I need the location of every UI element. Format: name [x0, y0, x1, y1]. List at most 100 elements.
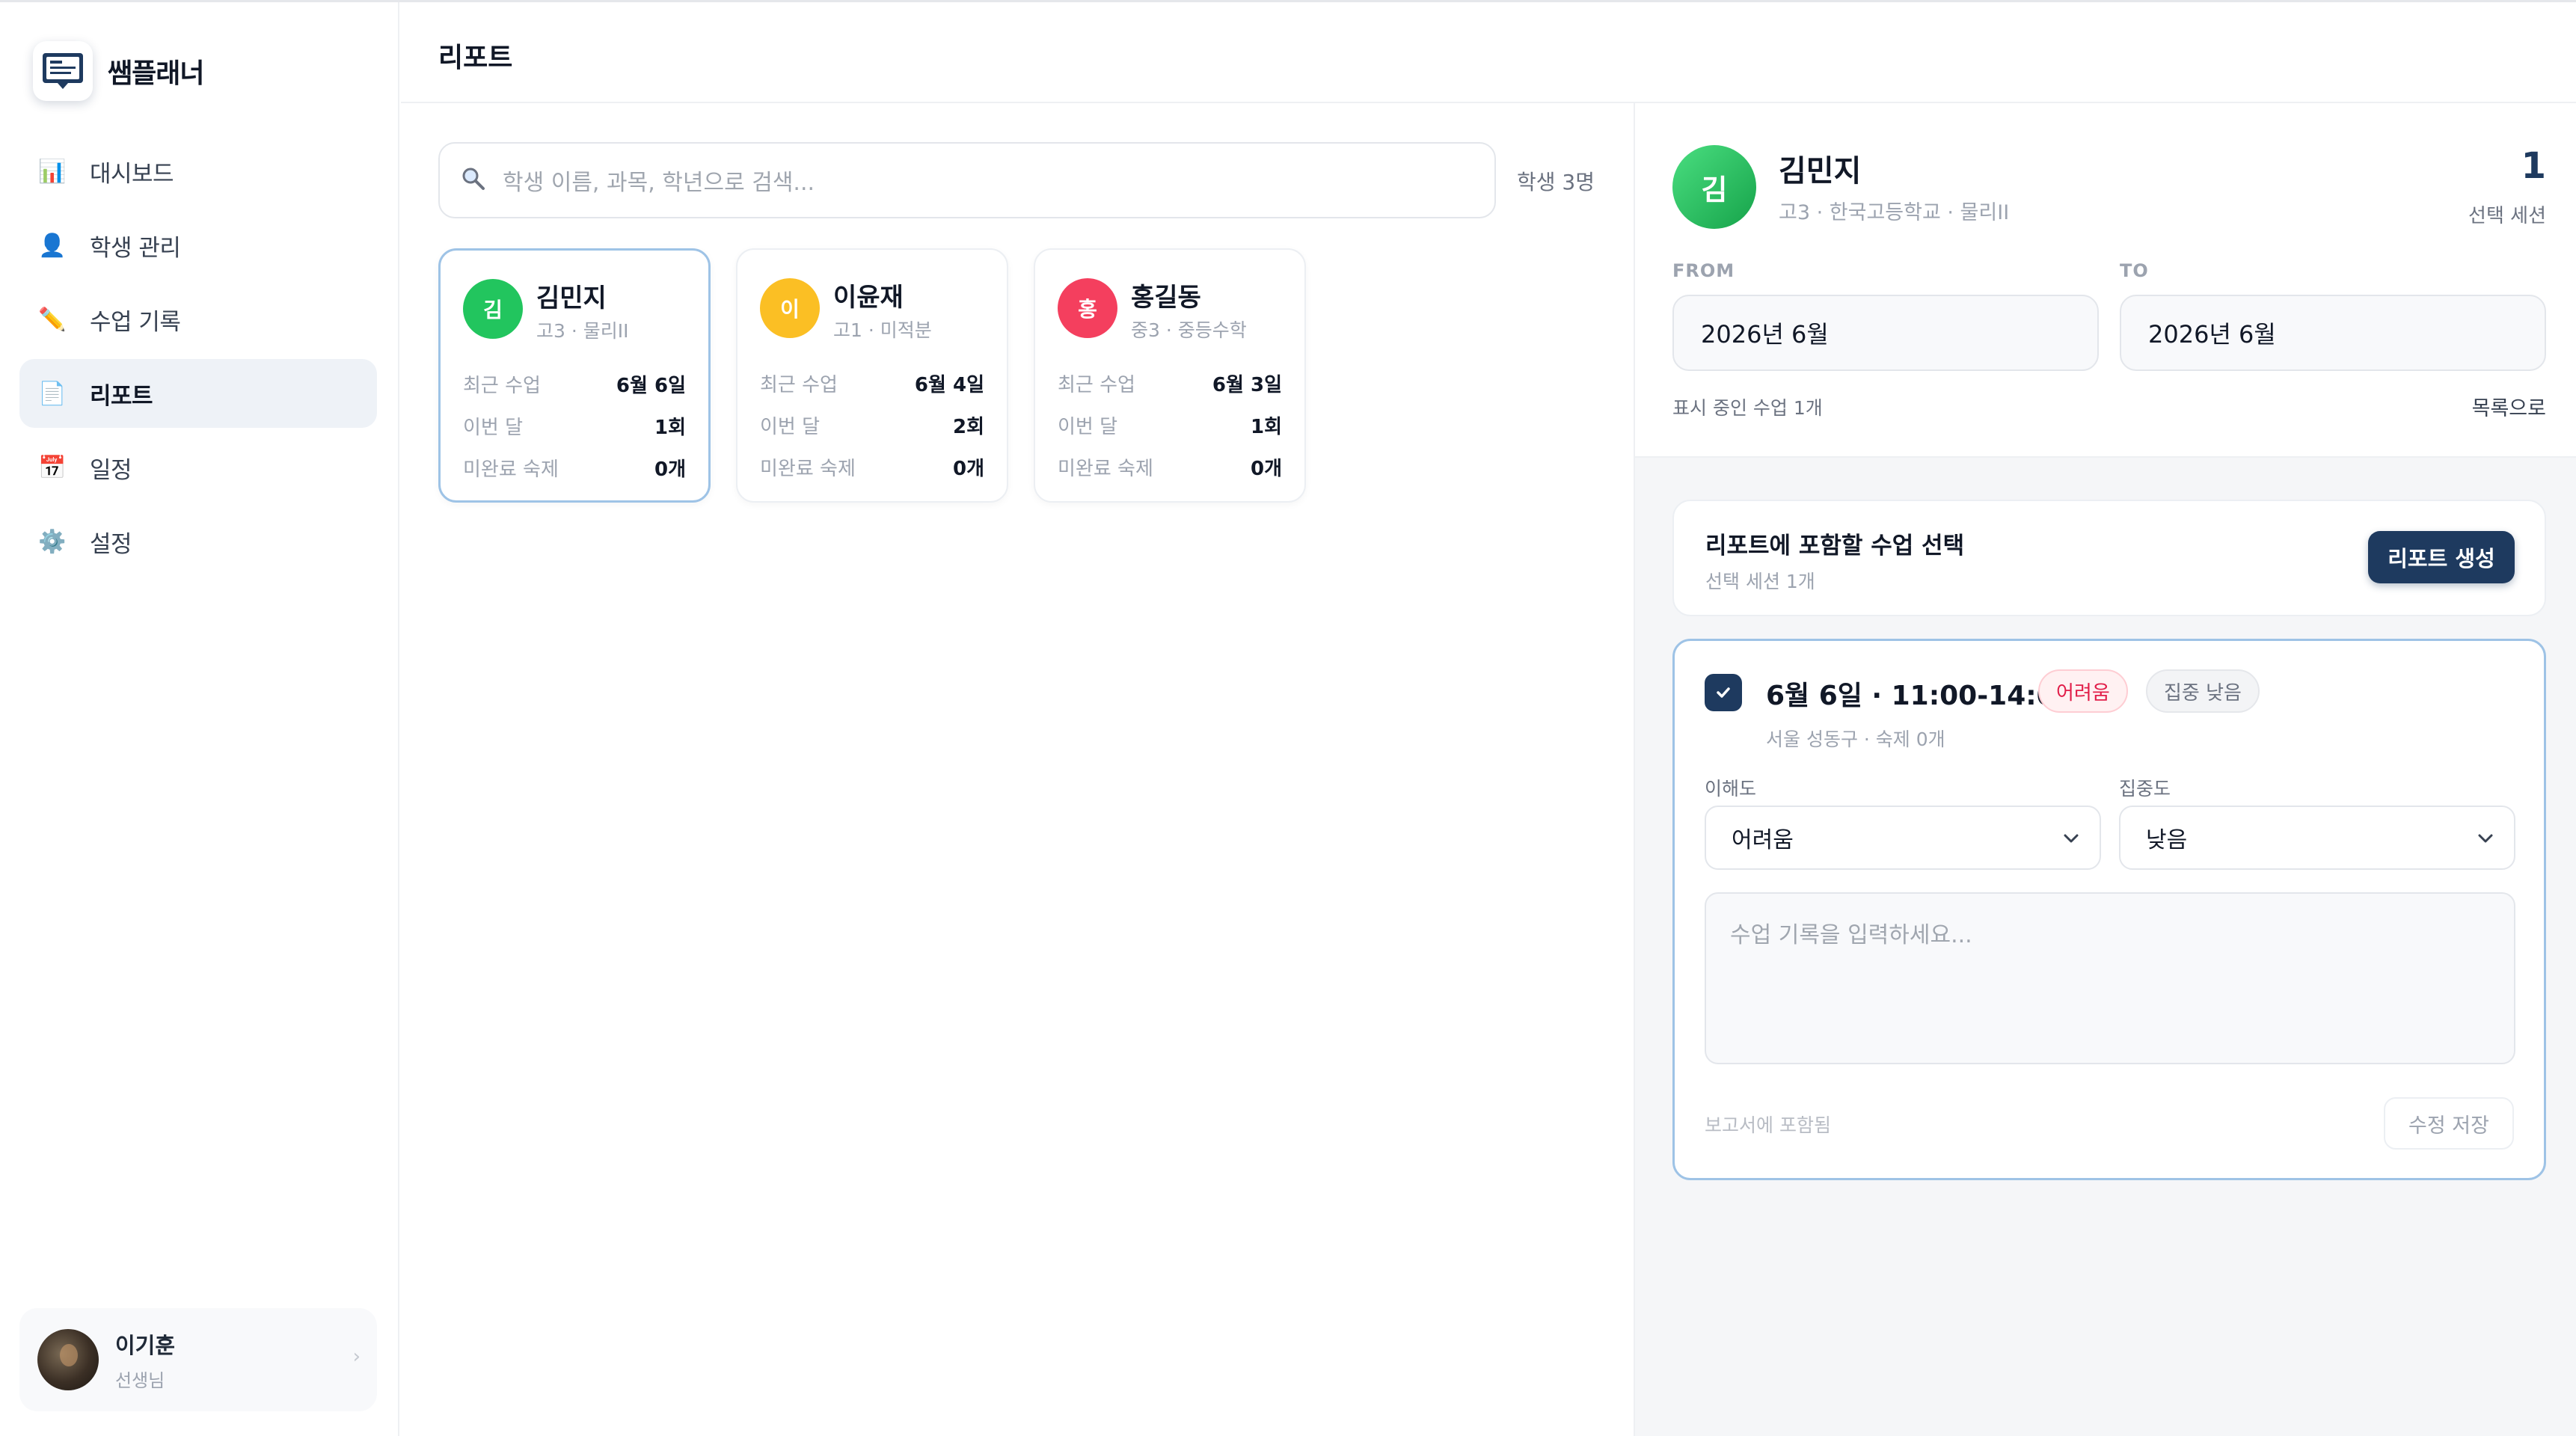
- user-profile[interactable]: 이기훈 선생님 ›: [19, 1308, 377, 1411]
- stat-value: 2회: [952, 416, 984, 438]
- student-name: 김민지: [536, 283, 607, 313]
- stat-row: 미완료 숙제 0개: [463, 454, 686, 482]
- student-name: 홍길동: [1131, 283, 1201, 313]
- chevron-down-icon: [2064, 834, 2079, 843]
- stat-value: 1회: [654, 417, 686, 439]
- sidebar-item-label: 설정: [90, 530, 132, 558]
- stat-label: 이번 달: [760, 416, 821, 438]
- student-card[interactable]: 홍 홍길동중3 · 중등수학최근 수업 6월 3일이번 달 1회미완료 숙제 0개: [1034, 248, 1306, 503]
- sidebar-item-4[interactable]: 📅 일정: [19, 433, 377, 502]
- chevron-down-icon: [2478, 834, 2493, 843]
- stat-label: 최근 수업: [760, 374, 838, 396]
- report-selection-title: 리포트에 포함할 수업 선택: [1705, 533, 1965, 559]
- report-selection-card: 리포트에 포함할 수업 선택 선택 세션 1개 리포트 생성: [1672, 500, 2546, 616]
- showing-sessions-text: 표시 중인 수업 1개: [1672, 397, 1823, 419]
- stat-value: 6월 3일: [1212, 374, 1282, 396]
- stat-label: 이번 달: [463, 417, 524, 439]
- stat-value: 0개: [654, 458, 686, 481]
- sidebar-item-label: 리포트: [90, 382, 153, 410]
- focus-value: 낮음: [2146, 827, 2188, 853]
- check-icon: [1717, 687, 1730, 698]
- student-name: 이윤재: [833, 283, 904, 313]
- stat-value: 1회: [1250, 416, 1282, 438]
- focus-label: 집중도: [2119, 778, 2171, 800]
- stat-value: 0개: [952, 458, 984, 480]
- included-in-report-text: 보고서에 포함됨: [1705, 1114, 1831, 1136]
- pencil-icon: ✏️: [38, 306, 67, 333]
- stat-row: 최근 수업 6월 6일: [463, 370, 686, 398]
- understanding-label: 이해도: [1705, 778, 1757, 800]
- bar-chart-icon: 📊: [38, 158, 67, 185]
- user-role: 선생님: [115, 1369, 165, 1391]
- sidebar-item-label: 일정: [90, 456, 132, 484]
- sidebar-item-0[interactable]: 📊 대시보드: [19, 137, 377, 206]
- focus-select[interactable]: 낮음: [2119, 806, 2515, 870]
- search-input[interactable]: 학생 이름, 과목, 학년으로 검색...: [438, 142, 1496, 218]
- sidebar-item-5[interactable]: ⚙️ 설정: [19, 507, 377, 576]
- detail-student-name: 김민지: [1779, 154, 1862, 188]
- stat-value: 6월 4일: [914, 374, 984, 396]
- stat-row: 미완료 숙제 0개: [760, 453, 984, 481]
- student-card[interactable]: 이 이윤재 고1 · 미적분 최근 수업 6월 4일 이번 달 2회 미완료 숙제 0개: [736, 248, 1008, 503]
- student-count: 학생 3명: [1517, 170, 1595, 194]
- session-notes-textarea[interactable]: 수업 기록을 입력하세요...: [1705, 892, 2515, 1064]
- sidebar-item-label: 학생 관리: [90, 234, 181, 262]
- stat-value: 0개: [1250, 458, 1282, 480]
- session-meta: 서울 성동구 · 숙제 0개: [1766, 728, 1945, 750]
- sidebar-item-3[interactable]: 📄 리포트: [19, 359, 377, 428]
- stat-label: 이번 달: [1058, 416, 1118, 438]
- focus-badge: 집중 낮음: [2146, 669, 2260, 713]
- sidebar-item-label: 대시보드: [90, 160, 174, 188]
- stat-row: 미완료 숙제 0개: [1058, 453, 1282, 481]
- report-selection-subtitle: 선택 세션 1개: [1705, 571, 1815, 592]
- understanding-value: 어려움: [1732, 827, 1794, 853]
- stat-label: 미완료 숙제: [1058, 458, 1153, 480]
- avatar: 김: [1672, 145, 1756, 229]
- student-grade-subject: 중3 · 중등수학: [1131, 319, 1247, 341]
- sidebar-item-label: 수업 기록: [90, 308, 181, 336]
- student-card[interactable]: 김 김민지고3 · 물리II 최근 수업 6월 6일이번 달 1회미완료 숙제 0개: [438, 248, 711, 503]
- search-placeholder: 학생 이름, 과목, 학년으로 검색...: [503, 170, 815, 196]
- generate-report-button[interactable]: 리포트 생성: [2368, 531, 2515, 583]
- avatar: [37, 1329, 99, 1390]
- chevron-right-icon: ›: [352, 1346, 361, 1368]
- stat-label: 미완료 숙제: [463, 458, 559, 481]
- stat-label: 최근 수업: [463, 375, 541, 397]
- stat-value: 6월 6일: [616, 375, 686, 397]
- calendar-icon: 📅: [38, 454, 67, 481]
- selected-sessions-label: 선택 세션: [2468, 205, 2546, 227]
- person-icon: 👤: [38, 232, 67, 259]
- stat-label: 최근 수업: [1058, 374, 1135, 396]
- report-panel: 김 김민지 고3 · 한국고등학교 · 물리II 1 선택 세션 FROM TO…: [1634, 103, 2576, 1436]
- stat-label: 미완료 숙제: [760, 458, 856, 480]
- understanding-select[interactable]: 어려움: [1705, 806, 2101, 870]
- to-label: TO: [2120, 260, 2149, 281]
- from-month-picker[interactable]: 2026년 6월: [1672, 295, 2099, 371]
- brand[interactable]: 쌤플래너: [33, 41, 204, 101]
- planner-logo-icon: [33, 41, 93, 101]
- search-icon: [461, 166, 486, 194]
- user-name: 이기훈: [115, 1332, 176, 1358]
- sidebar-item-1[interactable]: 👤 학생 관리: [19, 211, 377, 280]
- avatar: 홍: [1058, 278, 1117, 338]
- gear-icon: ⚙️: [38, 528, 67, 555]
- session-checkbox[interactable]: [1705, 674, 1742, 711]
- app-name: 쌤플래너: [108, 58, 204, 89]
- sidebar: 쌤플래너 📊 대시보드 👤 학생 관리 ✏️ 수업 기록 📄 리포트 📅 일정 ⚙️ 설정 이기훈 선…: [0, 2, 399, 1436]
- student-grade-subject: 고3 · 물리II: [536, 320, 629, 342]
- to-month-picker[interactable]: 2026년 6월: [2120, 295, 2546, 371]
- selected-sessions-count: 1: [2521, 145, 2546, 187]
- stat-row: 최근 수업 6월 3일: [1058, 369, 1282, 397]
- student-grade-subject: 고1 · 미적분: [833, 319, 932, 341]
- document-icon: 📄: [38, 380, 67, 407]
- from-label: FROM: [1672, 260, 1735, 281]
- session-title: 6월 6일 · 11:00-14:00: [1766, 681, 2074, 711]
- student-detail-header: 김 김민지 고3 · 한국고등학교 · 물리II 1 선택 세션 FROM TO…: [1635, 103, 2576, 458]
- sidebar-nav: 📊 대시보드 👤 학생 관리 ✏️ 수업 기록 📄 리포트 📅 일정 ⚙️ 설정: [19, 137, 377, 581]
- avatar: 김: [463, 279, 523, 339]
- back-to-list-link[interactable]: 목록으로: [2472, 392, 2546, 421]
- sidebar-item-2[interactable]: ✏️ 수업 기록: [19, 285, 377, 354]
- stat-row: 이번 달 2회: [760, 411, 984, 439]
- save-changes-button[interactable]: 수정 저장: [2384, 1097, 2514, 1150]
- stat-row: 최근 수업 6월 4일: [760, 369, 984, 397]
